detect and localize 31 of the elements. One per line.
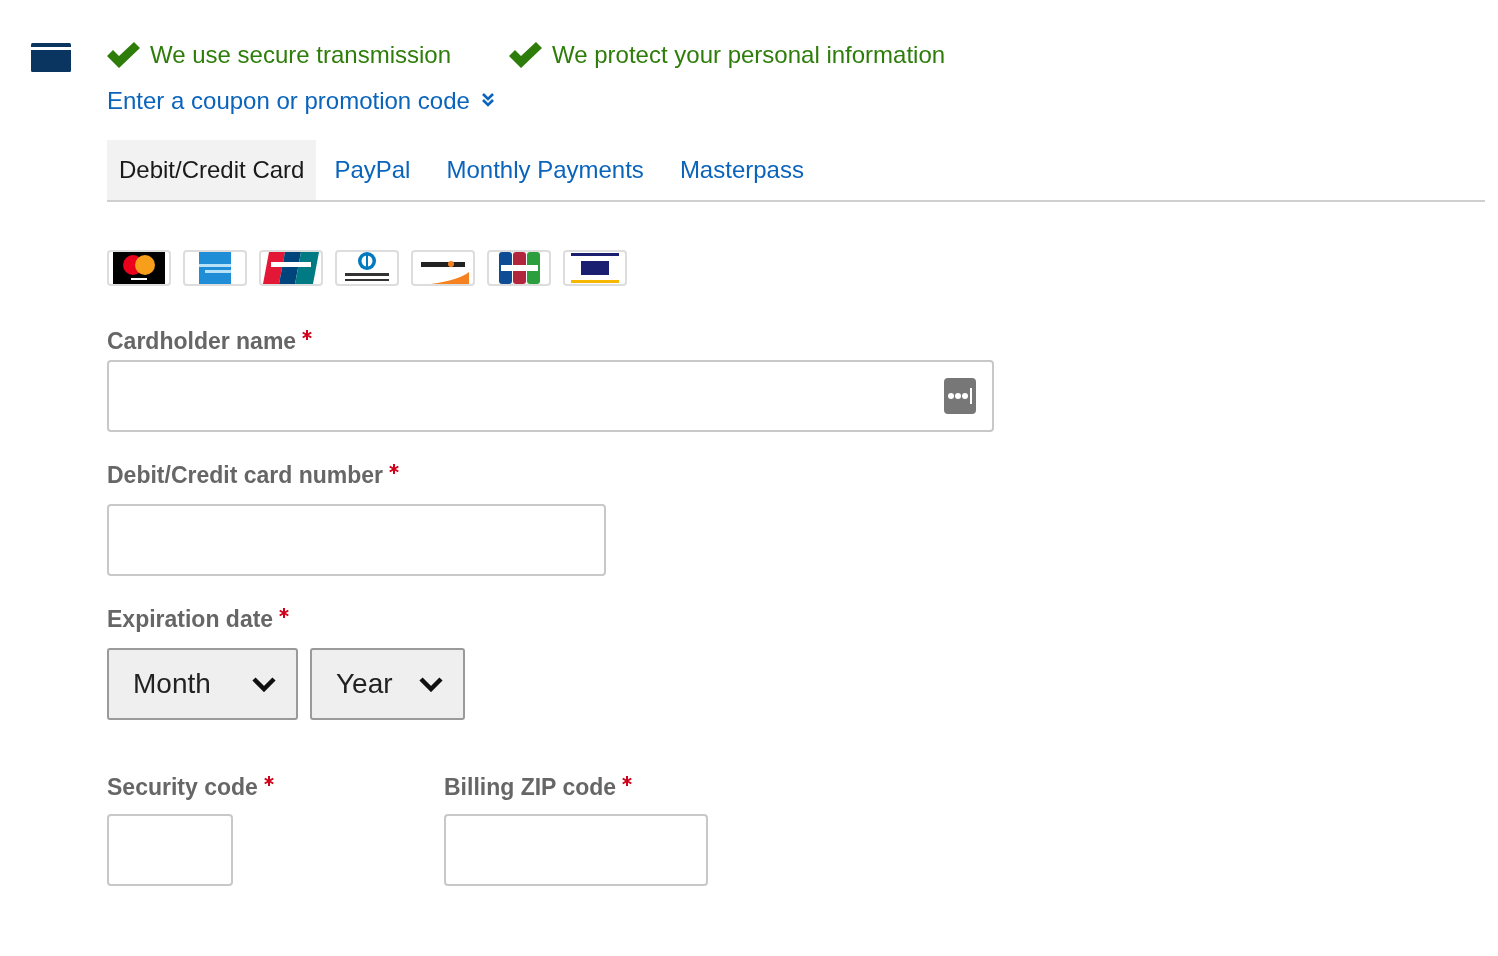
payment-tab[interactable]: PayPal (316, 140, 429, 200)
trust-message: We protect your personal information (552, 43, 946, 67)
field-label: Cardholder name (107, 327, 297, 356)
card-logo-icon (335, 250, 399, 286)
trust-message: We use secure transmission (150, 43, 451, 67)
card-logo-icon (563, 250, 627, 286)
card-logo-icon (107, 250, 171, 286)
payment-tab[interactable]: Debit/Credit Card (107, 140, 317, 200)
card-logo-icon (259, 250, 323, 286)
field-label: Billing ZIP code (444, 773, 617, 802)
checkmark-icon (509, 42, 542, 68)
input-field[interactable] (107, 360, 994, 432)
input-field[interactable] (107, 814, 233, 886)
checkmark-icon (107, 42, 140, 68)
dropdown[interactable]: Month (107, 648, 298, 720)
payment-tab[interactable]: Masterpass (661, 140, 822, 200)
chevron-down-icon (252, 676, 276, 692)
dropdown[interactable]: Year (310, 648, 465, 720)
input-field[interactable] (107, 504, 606, 576)
field-label: Debit/Credit card number (107, 461, 384, 490)
card-logo-icon (411, 250, 475, 286)
field-label: Expiration date (107, 605, 274, 634)
payment-tab[interactable]: Monthly Payments (428, 140, 662, 200)
card-logo-icon (183, 250, 247, 286)
card-logo-icon (487, 250, 551, 286)
autofill-icon[interactable] (944, 378, 976, 414)
input-field[interactable] (444, 814, 708, 886)
credit-card-icon (31, 43, 71, 72)
coupon-link[interactable]: Enter a coupon or promotion code (107, 89, 494, 113)
field-label: Security code (107, 773, 258, 802)
chevron-down-icon (419, 676, 443, 692)
